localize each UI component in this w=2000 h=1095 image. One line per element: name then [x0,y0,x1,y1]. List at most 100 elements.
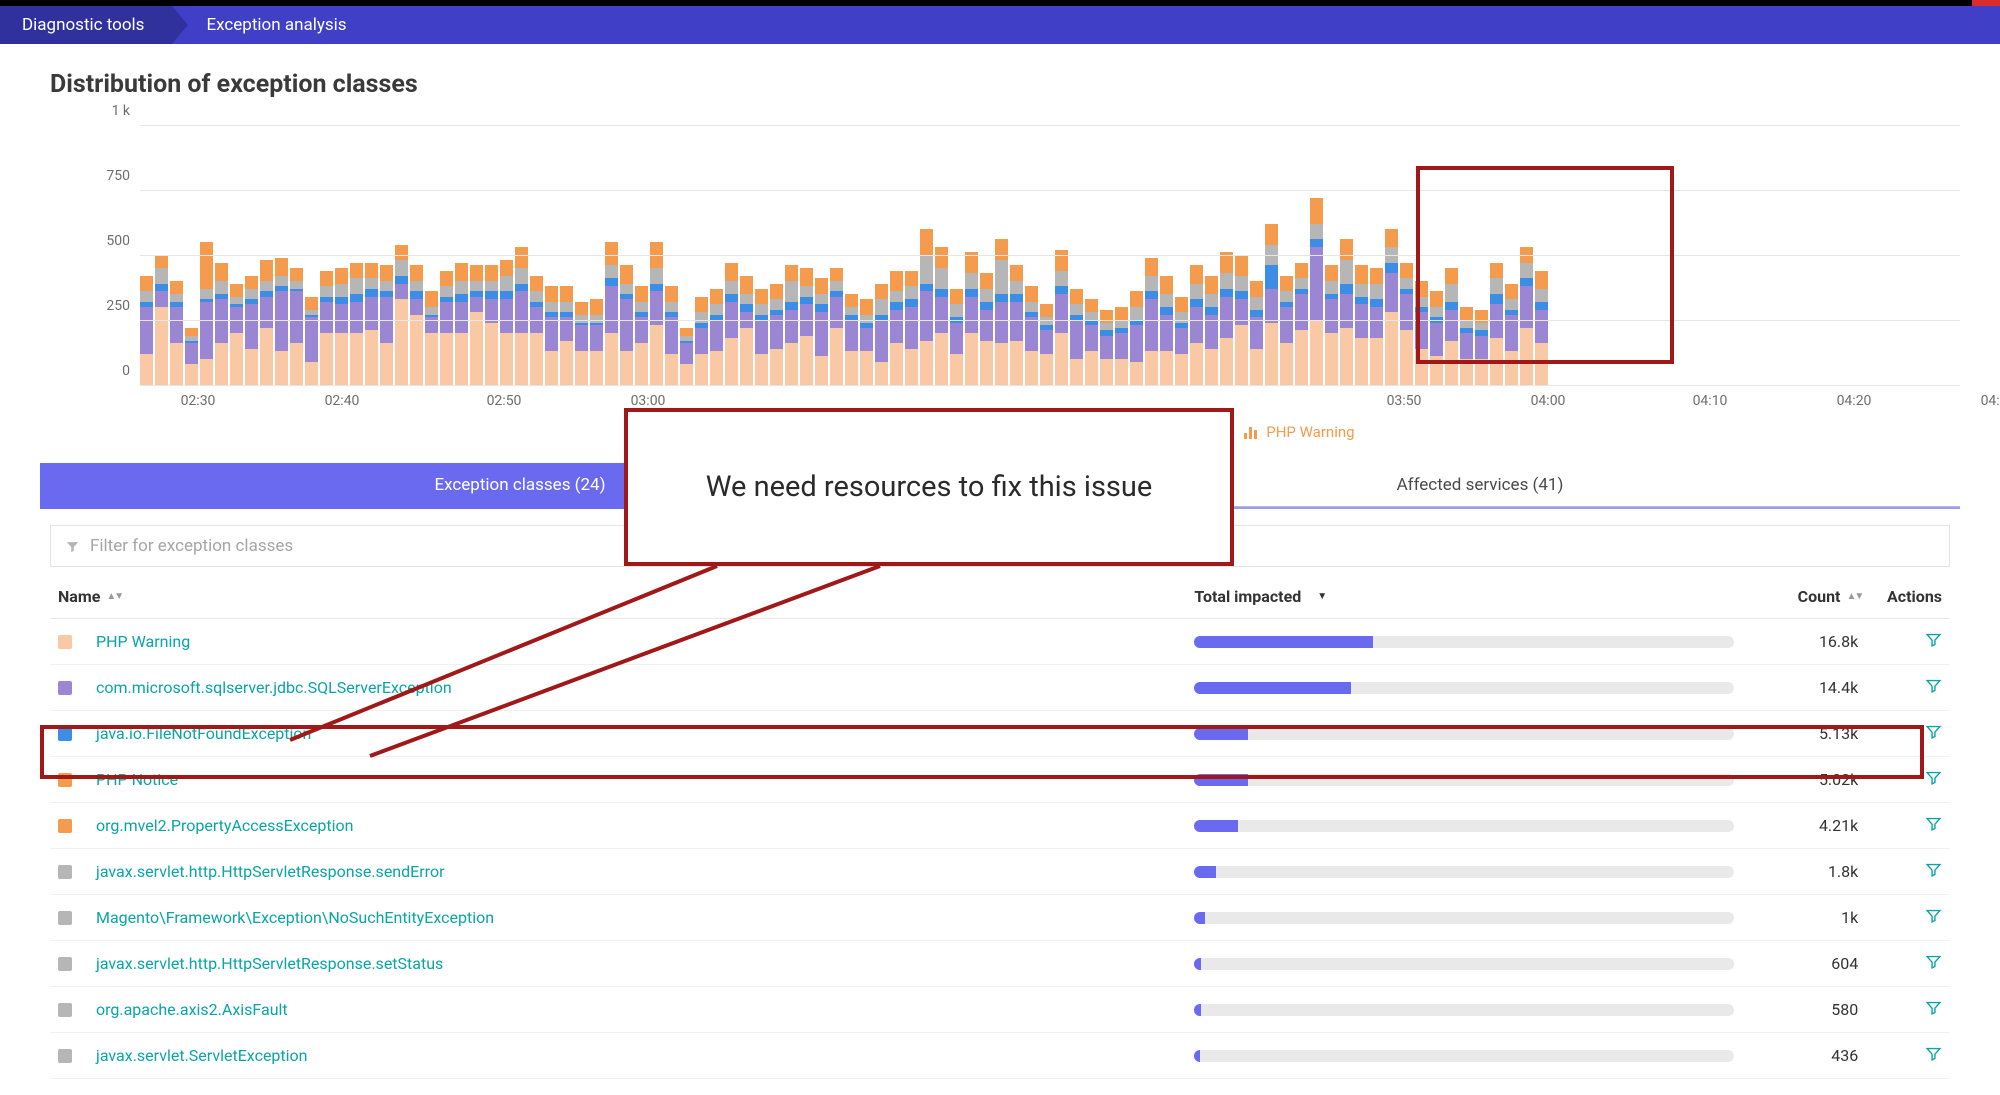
chart-bar[interactable] [365,263,378,385]
filter-action-icon[interactable] [1925,769,1942,790]
chart-bar[interactable] [620,265,633,385]
chart-bar[interactable] [1130,291,1143,385]
chart-bar[interactable] [935,247,948,385]
chart-bar[interactable] [1205,276,1218,385]
chart-bar[interactable] [335,268,348,385]
chart-bar[interactable] [230,284,243,385]
chart-bar[interactable] [1400,263,1413,385]
chart-bar[interactable] [860,299,873,385]
chart-bar[interactable] [965,252,978,385]
chart-bar[interactable] [1310,198,1323,385]
col-name-header[interactable]: Name▲▼ [58,587,1194,606]
chart-bar[interactable] [245,276,258,385]
filter-action-icon[interactable] [1925,953,1942,974]
chart-bar[interactable] [1040,304,1053,385]
chart-bar[interactable] [995,239,1008,385]
chart-bar[interactable] [590,299,603,385]
chart-bar[interactable] [785,265,798,385]
filter-action-icon[interactable] [1925,815,1942,836]
chart-bar[interactable] [1325,265,1338,385]
chart-bar[interactable] [455,263,468,385]
chart-bar[interactable] [1490,263,1503,385]
distribution-chart[interactable]: 1 k7505002500 02:3002:4002:5003:0003:500… [40,107,1960,413]
chart-bar[interactable] [890,271,903,385]
chart-bar[interactable] [695,297,708,385]
chart-bar[interactable] [140,276,153,385]
chart-bar[interactable] [1025,286,1038,385]
chart-bar[interactable] [200,242,213,385]
chart-bar[interactable] [410,265,423,385]
filter-action-icon[interactable] [1925,999,1942,1020]
chart-bar[interactable] [635,286,648,385]
chart-bar[interactable] [185,328,198,385]
chart-bar[interactable] [1430,291,1443,385]
chart-bar[interactable] [1010,265,1023,385]
chart-bar[interactable] [845,294,858,385]
chart-bar[interactable] [770,284,783,385]
chart-bar[interactable] [1445,268,1458,385]
chart-bar[interactable] [1370,268,1383,385]
chart-bar[interactable] [515,247,528,385]
chart-bar[interactable] [1145,258,1158,385]
filter-action-icon[interactable] [1925,723,1942,744]
legend-item[interactable]: PHP Warning [1244,423,1354,441]
chart-bar[interactable] [1280,276,1293,385]
chart-bar[interactable] [305,297,318,385]
chart-bar[interactable] [1115,307,1128,385]
chart-bar[interactable] [560,286,573,385]
chart-bar[interactable] [800,268,813,385]
chart-bar[interactable] [1355,265,1368,385]
chart-bar[interactable] [260,260,273,385]
chart-bar[interactable] [1340,239,1353,385]
chart-bar[interactable] [680,328,693,385]
breadcrumb-diagnostic-tools[interactable]: Diagnostic tools [0,6,172,44]
filter-action-icon[interactable] [1925,861,1942,882]
chart-bar[interactable] [275,258,288,385]
filter-action-icon[interactable] [1925,677,1942,698]
breadcrumb-exception-analysis[interactable]: Exception analysis [172,6,374,44]
chart-bar[interactable] [815,278,828,385]
chart-bar[interactable] [320,271,333,385]
chart-bar[interactable] [485,265,498,385]
col-impact-header[interactable]: Total impacted ▼ [1194,587,1752,606]
chart-bar[interactable] [980,273,993,385]
exception-class-link[interactable]: javax.servlet.http.HttpServletResponse.s… [96,862,444,881]
chart-bar[interactable] [605,242,618,385]
chart-bar[interactable] [350,263,363,385]
chart-bar[interactable] [575,302,588,385]
exception-class-link[interactable]: PHP Notice [96,770,178,789]
chart-bar[interactable] [725,263,738,385]
chart-bar[interactable] [425,291,438,385]
chart-bar[interactable] [740,276,753,385]
chart-bar[interactable] [440,271,453,385]
chart-bar[interactable] [500,260,513,385]
chart-bar[interactable] [1085,299,1098,385]
exception-class-link[interactable]: org.apache.axis2.AxisFault [96,1000,288,1019]
chart-bar[interactable] [1265,224,1278,385]
exception-class-link[interactable]: javax.servlet.ServletException [96,1046,308,1065]
chart-bar[interactable] [1460,307,1473,385]
filter-action-icon[interactable] [1925,1045,1942,1066]
chart-bar[interactable] [1160,276,1173,385]
chart-bar[interactable] [1220,252,1233,385]
exception-class-link[interactable]: PHP Warning [96,632,190,651]
col-count-header[interactable]: Count▲▼ [1753,587,1863,606]
chart-bar[interactable] [530,276,543,385]
chart-bar[interactable] [920,229,933,385]
chart-bar[interactable] [950,289,963,385]
exception-class-link[interactable]: com.microsoft.sqlserver.jdbc.SQLServerEx… [96,678,452,697]
chart-bar[interactable] [290,268,303,385]
chart-bar[interactable] [380,265,393,385]
chart-bar[interactable] [875,284,888,385]
chart-bar[interactable] [1295,263,1308,385]
chart-bar[interactable] [1505,284,1518,385]
chart-bar[interactable] [395,245,408,385]
chart-bar[interactable] [1385,229,1398,385]
chart-bar[interactable] [1055,250,1068,385]
chart-bar[interactable] [710,289,723,385]
chart-bar[interactable] [650,242,663,385]
chart-bar[interactable] [470,265,483,385]
chart-bar[interactable] [1535,271,1548,385]
chart-bar[interactable] [1520,247,1533,385]
chart-bar[interactable] [1175,297,1188,385]
